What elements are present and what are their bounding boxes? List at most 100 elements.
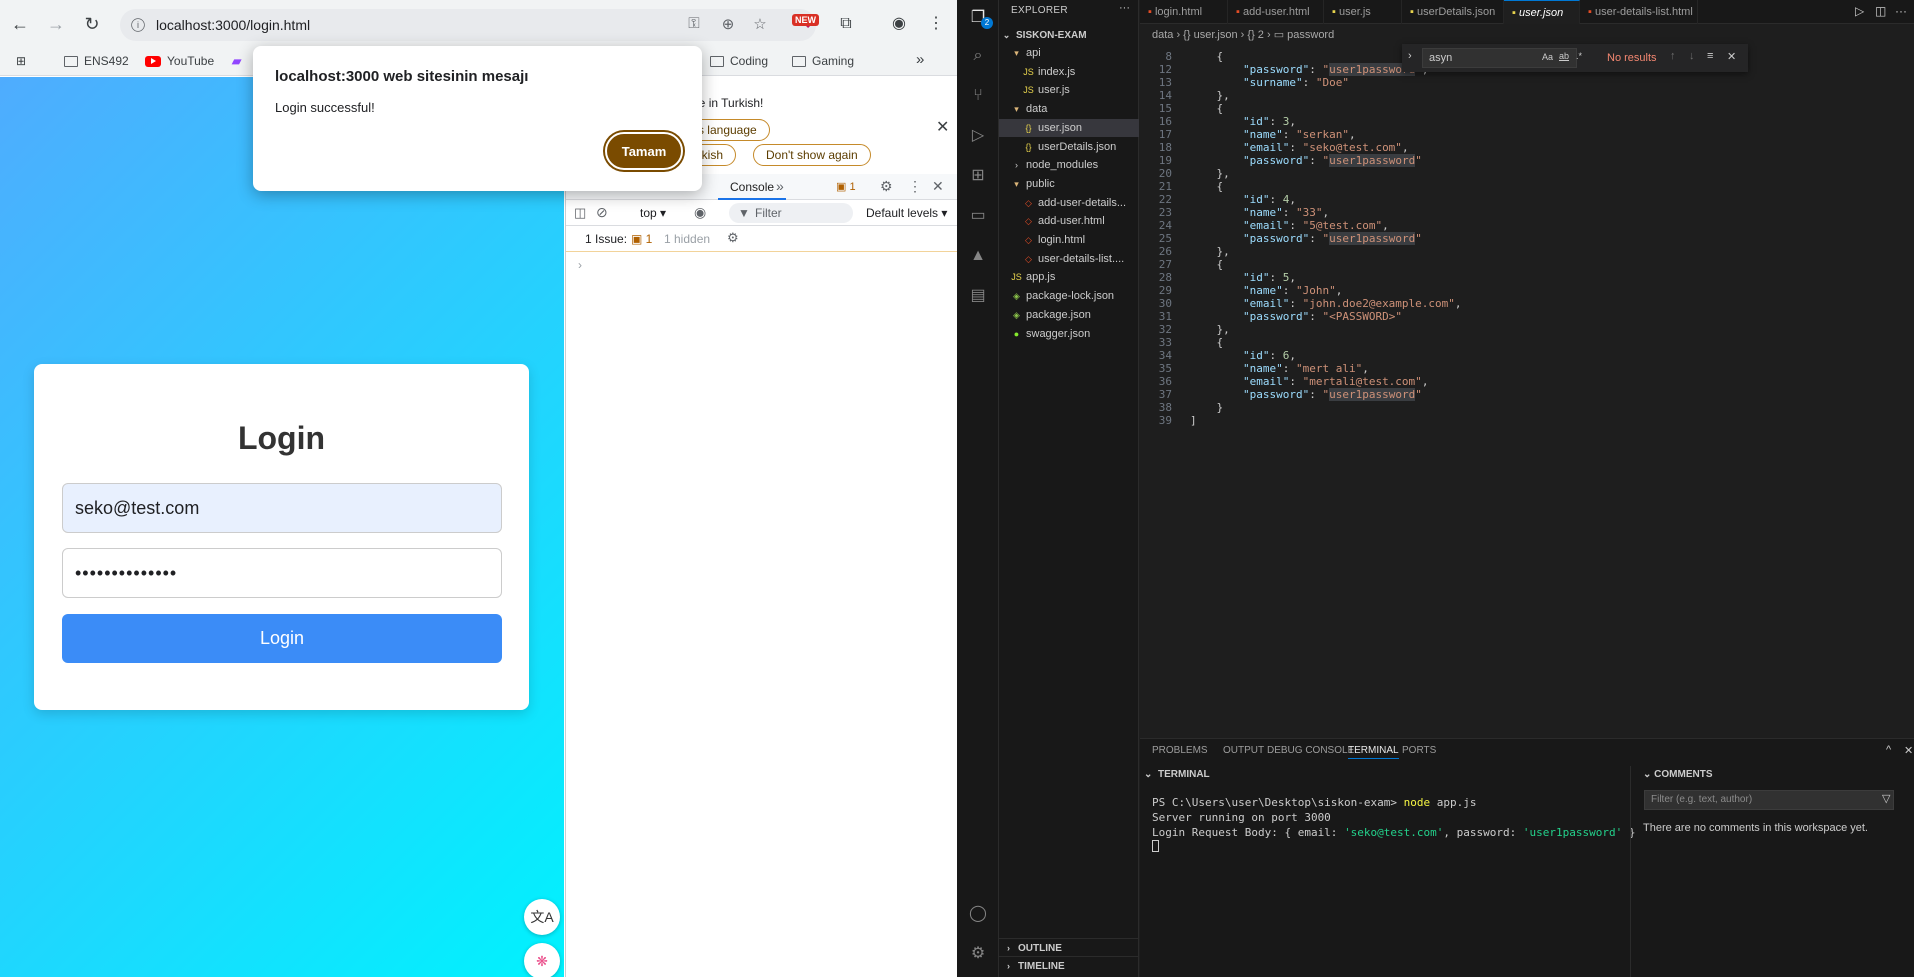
- console-output[interactable]: ›: [566, 252, 957, 952]
- close-icon[interactable]: ✕: [936, 117, 949, 137]
- filter-icon[interactable]: ▽: [1882, 792, 1890, 805]
- close-devtools-icon[interactable]: ✕: [932, 178, 944, 195]
- panel-tab[interactable]: PROBLEMS: [1152, 745, 1208, 756]
- clear-console-icon[interactable]: ⊘: [596, 204, 608, 221]
- tree-item[interactable]: JS app.js: [999, 268, 1139, 286]
- tree-item[interactable]: ◈ package-lock.json: [999, 287, 1139, 305]
- explorer-more-icon[interactable]: ···: [1119, 2, 1130, 14]
- editor-tab[interactable]: ▪ login.html: [1140, 0, 1228, 24]
- tree-item[interactable]: JS index.js: [999, 63, 1139, 81]
- forward-icon[interactable]: →: [44, 12, 68, 36]
- reload-icon[interactable]: ↻: [80, 12, 104, 36]
- tree-item[interactable]: ◇ login.html: [999, 231, 1139, 249]
- tree-item[interactable]: ▾ data: [999, 100, 1139, 118]
- tree-item[interactable]: {} user.json: [999, 118, 1139, 137]
- match-case-icon[interactable]: Aa: [1542, 52, 1553, 62]
- url-text[interactable]: localhost:3000/login.html: [156, 17, 310, 33]
- close-find-icon[interactable]: ✕: [1727, 50, 1736, 63]
- editor-tab[interactable]: ▪ user-details-list.html: [1580, 0, 1698, 24]
- context-select[interactable]: top ▾: [640, 206, 666, 220]
- live-expression-eye-icon[interactable]: ◉: [694, 204, 706, 221]
- log-levels-select[interactable]: Default levels ▾: [866, 206, 947, 220]
- tree-item[interactable]: ▾ public: [999, 175, 1139, 193]
- split-editor-icon[interactable]: ◫: [1875, 4, 1886, 18]
- outline-section[interactable]: › OUTLINE: [999, 938, 1139, 956]
- email-field[interactable]: [62, 483, 502, 533]
- run-debug-icon[interactable]: ▷: [968, 126, 988, 146]
- find-input[interactable]: asyn: [1422, 48, 1577, 68]
- apps-grid-icon[interactable]: ⊞: [16, 54, 26, 68]
- back-icon[interactable]: ←: [8, 12, 32, 36]
- console-filter-input[interactable]: ▼ Filter: [729, 203, 853, 223]
- manage-gear-icon[interactable]: ⚙: [968, 944, 988, 964]
- azure-icon[interactable]: ▲: [968, 246, 988, 266]
- translate-icon[interactable]: 文A: [524, 899, 560, 935]
- tree-item[interactable]: › node_modules: [999, 156, 1139, 174]
- login-button[interactable]: Login: [62, 614, 502, 663]
- issues-label[interactable]: 1 Issue:: [585, 232, 627, 246]
- extensions-icon[interactable]: ⊞: [968, 166, 988, 186]
- settings-gear-icon[interactable]: ⚙: [880, 178, 893, 195]
- issues-count-badge[interactable]: ▣ 1: [836, 180, 856, 193]
- bookmark-star-icon[interactable]: ☆: [750, 15, 770, 35]
- tree-item[interactable]: ▾ api: [999, 44, 1139, 62]
- panel-tab[interactable]: DEBUG CONSOLE: [1267, 745, 1354, 756]
- sidebar-toggle-icon[interactable]: ◫: [574, 205, 586, 221]
- editor-tab[interactable]: ▪ userDetails.json: [1402, 0, 1504, 24]
- timeline-section[interactable]: › TIMELINE: [999, 956, 1139, 974]
- bookmark-gaming[interactable]: Gaming: [792, 54, 854, 68]
- comments-icon[interactable]: ▤: [968, 286, 988, 306]
- project-root[interactable]: ⌄ SISKON-EXAM: [999, 26, 1139, 44]
- password-field[interactable]: [62, 548, 502, 598]
- zoom-icon[interactable]: ⊕: [718, 15, 738, 35]
- terminal-output[interactable]: PS C:\Users\user\Desktop\siskon-exam> no…: [1152, 795, 1635, 856]
- panel-tab[interactable]: OUTPUT: [1223, 745, 1264, 756]
- panel-tab[interactable]: TERMINAL: [1348, 745, 1399, 759]
- previous-match-icon[interactable]: ↑: [1670, 50, 1676, 62]
- site-info-icon[interactable]: i: [131, 18, 145, 32]
- password-key-icon[interactable]: ⚿: [684, 15, 704, 35]
- source-control-icon[interactable]: ⑂: [968, 86, 988, 106]
- profile-avatar[interactable]: ◉: [887, 12, 911, 36]
- address-bar[interactable]: i localhost:3000/login.html ⚿ ⊕ ☆: [120, 9, 816, 41]
- next-match-icon[interactable]: ↓: [1689, 50, 1695, 62]
- dont-show-again-button[interactable]: Don't show again: [753, 144, 871, 166]
- editor-tab[interactable]: ▪ add-user.html: [1228, 0, 1324, 24]
- more-options-icon[interactable]: ⋮: [908, 178, 922, 195]
- maximize-panel-icon[interactable]: ^: [1886, 744, 1891, 756]
- tree-item[interactable]: ◇ user-details-list....: [999, 250, 1139, 268]
- tree-item[interactable]: JS user.js: [999, 81, 1139, 99]
- editor-tab[interactable]: ▪ user.json: [1504, 0, 1580, 24]
- search-icon[interactable]: ⌕: [968, 46, 988, 66]
- bookmark-coding[interactable]: Coding: [710, 54, 768, 68]
- account-icon[interactable]: ◯: [968, 904, 988, 924]
- extensions-puzzle-icon[interactable]: ⧉: [834, 12, 858, 36]
- more-bookmarks-icon[interactable]: »: [916, 51, 924, 68]
- twitch-icon[interactable]: ▰: [232, 54, 241, 68]
- find-in-selection-icon[interactable]: ≡: [1707, 50, 1713, 62]
- breadcrumb[interactable]: data › {} user.json › {} 2 › ▭ password: [1140, 25, 1334, 45]
- tree-item[interactable]: ◇ add-user.html: [999, 212, 1139, 230]
- comments-filter-input[interactable]: Filter (e.g. text, author): [1644, 790, 1894, 810]
- editor-more-icon[interactable]: ···: [1895, 4, 1907, 18]
- tree-item[interactable]: {} userDetails.json: [999, 138, 1139, 156]
- chrome-menu-icon[interactable]: ⋮: [924, 12, 948, 36]
- tree-item[interactable]: ◈ package.json: [999, 306, 1139, 324]
- editor-tab[interactable]: ▪ user.js: [1324, 0, 1402, 24]
- tree-item[interactable]: ◇ add-user-details...: [999, 194, 1139, 212]
- toggle-replace-icon[interactable]: ›: [1408, 50, 1412, 62]
- remote-explorer-icon[interactable]: ▭: [968, 206, 988, 226]
- issues-settings-icon[interactable]: ⚙: [727, 230, 739, 246]
- bookmark-youtube[interactable]: YouTube: [145, 54, 214, 68]
- more-tabs-icon[interactable]: »: [776, 178, 784, 194]
- regex-icon[interactable]: .*: [1576, 51, 1582, 61]
- close-panel-icon[interactable]: ✕: [1904, 744, 1913, 757]
- alert-ok-button[interactable]: Tamam: [605, 132, 683, 170]
- tree-item[interactable]: ● swagger.json: [999, 325, 1139, 343]
- brain-extension-icon[interactable]: ❋: [524, 943, 560, 977]
- bookmark-ens492[interactable]: ENS492: [64, 54, 129, 68]
- whole-word-icon[interactable]: ab: [1559, 51, 1569, 61]
- issues-badge[interactable]: ▣ 1: [631, 232, 652, 246]
- run-icon[interactable]: ▷: [1855, 4, 1864, 18]
- panel-tab[interactable]: PORTS: [1402, 745, 1436, 756]
